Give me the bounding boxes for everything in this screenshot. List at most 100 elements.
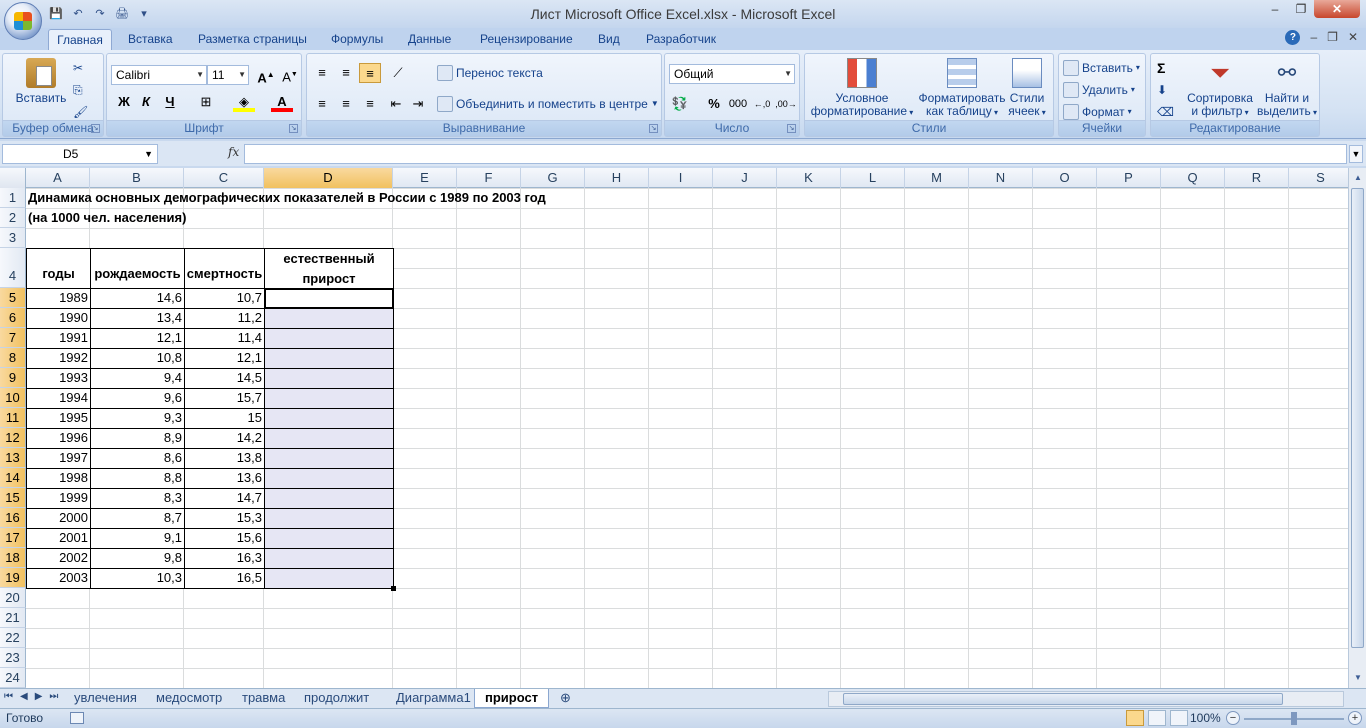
row-header-17[interactable]: 17 <box>0 528 26 548</box>
table-cell[interactable]: 1991 <box>26 328 91 349</box>
zoom-slider-knob[interactable] <box>1291 712 1297 725</box>
row-header-3[interactable]: 3 <box>0 228 26 248</box>
first-sheet-icon[interactable]: ⏮ <box>4 691 13 702</box>
growth-cell[interactable] <box>264 548 394 569</box>
table-header-cell[interactable]: смертность <box>184 248 265 289</box>
growth-cell[interactable] <box>264 528 394 549</box>
align-bottom-icon[interactable]: ≡ <box>359 63 381 83</box>
currency-icon[interactable]: 💱 <box>669 94 691 114</box>
row-header-11[interactable]: 11 <box>0 408 26 428</box>
minimize-button[interactable]: ‒ <box>1262 0 1288 18</box>
format-as-table-button[interactable]: Форматировать как таблицу ▾ <box>913 58 1011 119</box>
align-center-icon[interactable]: ≡ <box>335 94 357 114</box>
table-cell[interactable]: 10,8 <box>90 348 185 369</box>
scroll-up-icon[interactable]: ▲ <box>1350 170 1366 186</box>
sheet-tab-injury[interactable]: травма <box>232 689 295 708</box>
thousands-button[interactable]: 000 <box>727 94 749 114</box>
column-header-i[interactable]: I <box>649 168 713 188</box>
table-cell[interactable]: 11,2 <box>184 308 265 329</box>
growth-cell[interactable] <box>264 468 394 489</box>
table-cell[interactable]: 1989 <box>26 288 91 309</box>
sheet-tab-hobbies[interactable]: увлечения <box>64 689 147 708</box>
cell-styles-button[interactable]: Стили ячеек ▾ <box>1005 58 1049 119</box>
font-size-combo[interactable]: 11 ▼ <box>207 65 249 85</box>
column-header-g[interactable]: G <box>521 168 585 188</box>
row-header-12[interactable]: 12 <box>0 428 26 448</box>
column-header-q[interactable]: Q <box>1161 168 1225 188</box>
close-button[interactable]: ✕ <box>1314 0 1360 18</box>
table-cell[interactable]: 9,4 <box>90 368 185 389</box>
prev-sheet-icon[interactable]: ◀ <box>20 691 28 702</box>
column-header-n[interactable]: N <box>969 168 1033 188</box>
number-launcher-icon[interactable]: ↘ <box>787 124 796 133</box>
table-cell[interactable]: 12,1 <box>90 328 185 349</box>
column-header-d[interactable]: D <box>264 168 393 188</box>
shrink-font-icon[interactable]: A▼ <box>279 65 301 85</box>
row-header-10[interactable]: 10 <box>0 388 26 408</box>
growth-cell[interactable] <box>264 408 394 429</box>
table-cell[interactable]: 14,6 <box>90 288 185 309</box>
column-header-j[interactable]: J <box>713 168 777 188</box>
tab-home[interactable]: Главная <box>48 29 112 50</box>
table-cell[interactable]: 1997 <box>26 448 91 469</box>
sheet-tab-chart1[interactable]: Диаграмма1 <box>386 689 481 708</box>
row-header-15[interactable]: 15 <box>0 488 26 508</box>
row-header-2[interactable]: 2 <box>0 208 26 228</box>
borders-icon[interactable]: ⊞ <box>195 92 217 112</box>
tab-developer[interactable]: Разработчик <box>642 29 720 50</box>
table-cell[interactable]: 2002 <box>26 548 91 569</box>
growth-cell[interactable] <box>264 488 394 509</box>
percent-button[interactable]: % <box>703 94 725 114</box>
worksheet-grid[interactable]: ABCDEFGHIJKLMNOPQRS 1 2 3 4 5 6 7 8 9 10 11 12 13 14 1… <box>0 168 1348 688</box>
column-header-a[interactable]: A <box>26 168 90 188</box>
fill-icon[interactable]: ⬇ <box>1157 80 1167 100</box>
fill-handle[interactable] <box>391 586 396 591</box>
table-header-cell[interactable]: естественный прирост <box>264 248 394 289</box>
zoom-level[interactable]: 100% <box>1190 711 1221 725</box>
table-cell[interactable]: 8,9 <box>90 428 185 449</box>
column-header-k[interactable]: K <box>777 168 841 188</box>
next-sheet-icon[interactable]: ▶ <box>35 691 43 702</box>
clear-icon[interactable]: ⌫ <box>1157 102 1174 122</box>
expand-formula-bar-icon[interactable]: ▼ <box>1349 145 1363 163</box>
cell-a1[interactable]: Динамика основных демографических показа… <box>28 188 546 208</box>
workbook-close-icon[interactable]: ✕ <box>1348 30 1358 45</box>
table-cell[interactable]: 1993 <box>26 368 91 389</box>
increase-decimal-icon[interactable]: ←,0 <box>751 94 773 114</box>
growth-cell[interactable] <box>264 348 394 369</box>
growth-cell[interactable] <box>264 308 394 329</box>
table-cell[interactable]: 9,6 <box>90 388 185 409</box>
growth-cell[interactable] <box>264 388 394 409</box>
column-header-c[interactable]: C <box>184 168 264 188</box>
decrease-decimal-icon[interactable]: ,00→ <box>775 94 797 114</box>
scroll-down-icon[interactable]: ▼ <box>1350 670 1366 686</box>
conditional-formatting-button[interactable]: Условное форматирование ▾ <box>809 58 915 119</box>
bold-button[interactable]: Ж <box>113 92 135 112</box>
scroll-thumb[interactable] <box>1351 188 1364 648</box>
underline-button[interactable]: Ч <box>159 92 181 112</box>
office-button[interactable] <box>4 2 42 40</box>
row-header-22[interactable]: 22 <box>0 628 26 648</box>
column-header-b[interactable]: B <box>90 168 184 188</box>
sort-filter-button[interactable]: ⏷ Сортировка и фильтр ▾ <box>1185 58 1255 119</box>
name-box[interactable]: D5 ▼ <box>2 144 158 164</box>
insert-function-button[interactable]: fx <box>228 145 239 159</box>
row-header-8[interactable]: 8 <box>0 348 26 368</box>
row-header-19[interactable]: 19 <box>0 568 26 588</box>
formula-input[interactable] <box>244 144 1347 164</box>
number-format-combo[interactable]: Общий ▼ <box>669 64 795 84</box>
font-color-icon[interactable]: A <box>271 92 293 112</box>
growth-cell[interactable] <box>264 428 394 449</box>
table-cell[interactable]: 13,6 <box>184 468 265 489</box>
row-header-13[interactable]: 13 <box>0 448 26 468</box>
table-cell[interactable]: 13,4 <box>90 308 185 329</box>
table-cell[interactable]: 14,5 <box>184 368 265 389</box>
table-cell[interactable]: 16,3 <box>184 548 265 569</box>
column-header-f[interactable]: F <box>457 168 521 188</box>
last-sheet-icon[interactable]: ⏭ <box>49 691 58 702</box>
sheet-tab-growth[interactable]: прирост <box>474 689 550 708</box>
table-cell[interactable]: 15,7 <box>184 388 265 409</box>
table-cell[interactable]: 9,8 <box>90 548 185 569</box>
row-header-4[interactable]: 4 <box>0 248 26 288</box>
tab-data[interactable]: Данные <box>404 29 455 50</box>
